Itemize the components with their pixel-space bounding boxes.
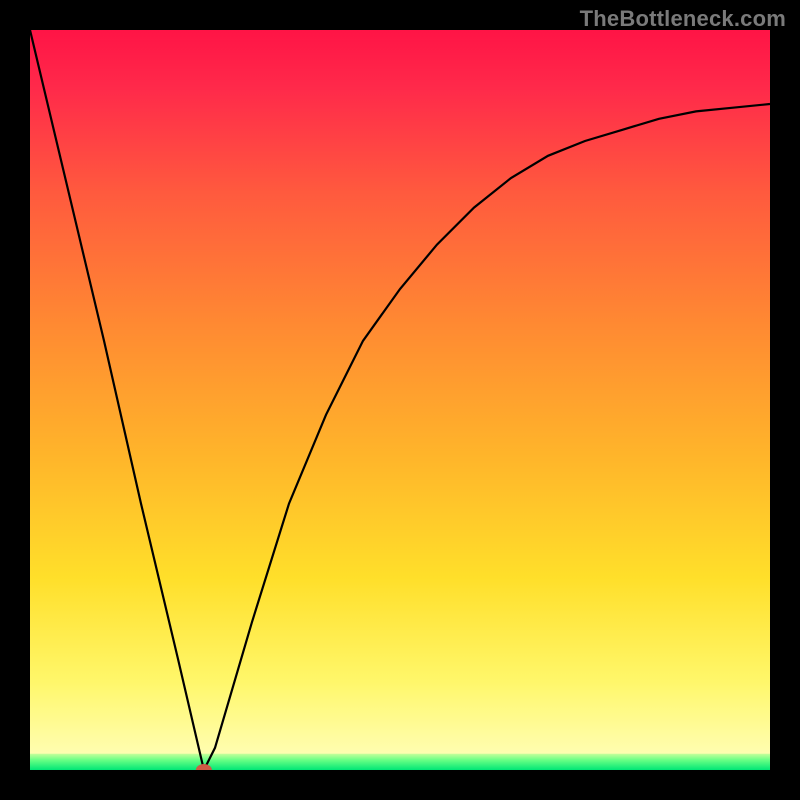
chart-svg xyxy=(30,30,770,770)
watermark-text: TheBottleneck.com xyxy=(580,6,786,32)
chart-container: TheBottleneck.com xyxy=(0,0,800,800)
gradient-background xyxy=(30,30,770,770)
plot-area xyxy=(30,30,770,770)
green-band xyxy=(30,754,770,770)
